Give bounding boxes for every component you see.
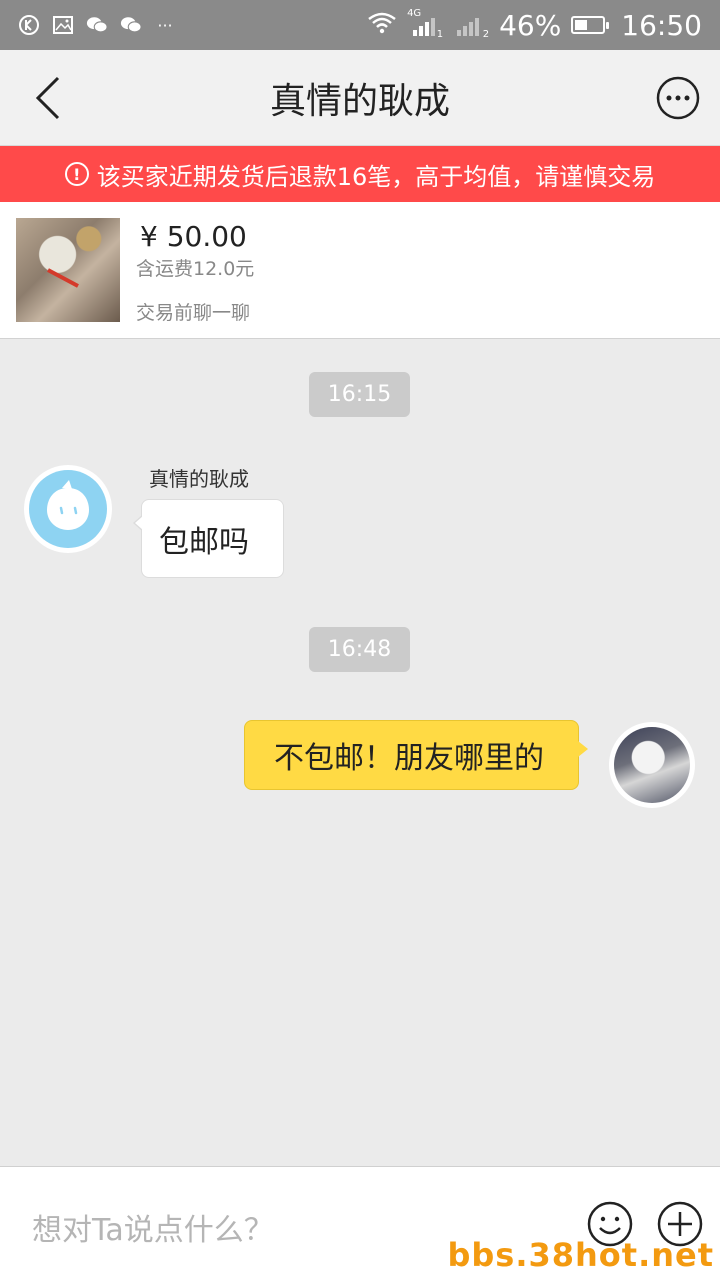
message-timestamp: 16:15	[309, 372, 410, 417]
product-price: ¥ 50.00	[140, 220, 247, 253]
clock: 16:50	[621, 8, 702, 42]
wechat-icon	[120, 14, 142, 36]
message-timestamp: 16:48	[309, 627, 410, 672]
product-card[interactable]: ¥ 50.00 含运费12.0元 交易前聊一聊	[0, 202, 720, 339]
sim2-label: 2	[482, 29, 490, 40]
risk-warning-banner: ! 该买家近期发货后退款16笔，高于均值，请谨慎交易	[0, 146, 720, 202]
message-input[interactable]: 想对Ta说点什么？	[32, 1205, 274, 1249]
battery-percent: 46%	[499, 8, 562, 42]
watermark: bbs.38hot.net	[447, 1236, 714, 1274]
signal-sim1-icon: 4G 1	[407, 8, 444, 40]
wifi-icon	[367, 11, 397, 39]
incoming-message[interactable]: 包邮吗	[133, 499, 284, 578]
user-photo	[614, 727, 690, 803]
top-nav-bar: 真情的耿成	[0, 50, 720, 146]
alert-icon: !	[64, 162, 89, 186]
chat-before-trade-label: 交易前聊一聊	[136, 302, 251, 324]
status-icons-left: ···	[18, 12, 176, 38]
wechat-icon	[86, 14, 108, 36]
avatar[interactable]	[609, 722, 695, 808]
more-dots-icon: ···	[157, 15, 173, 35]
sender-name: 真情的耿成	[149, 467, 249, 491]
sim1-label: 1	[436, 29, 444, 40]
image-icon	[52, 14, 74, 36]
k-app-icon	[18, 14, 40, 36]
signal-sim2-icon: 2	[453, 10, 489, 40]
battery-icon	[571, 16, 610, 34]
more-circle-icon[interactable]	[656, 76, 700, 120]
status-icons-right: 4G 1 2 46% 16:50	[367, 0, 702, 50]
warning-text: 该买家近期发货后退款16笔，高于均值，请谨慎交易	[96, 162, 656, 191]
shipping-fee: 含运费12.0元	[136, 258, 255, 280]
page-title: 真情的耿成	[269, 81, 450, 122]
avatar[interactable]	[24, 465, 112, 553]
status-bar: ··· 4G 1 2 46% 16:50	[0, 0, 720, 50]
outgoing-message[interactable]: 不包邮！朋友哪里的	[244, 720, 588, 790]
product-image[interactable]	[16, 218, 120, 322]
chat-bubble-avatar-icon	[29, 470, 107, 548]
